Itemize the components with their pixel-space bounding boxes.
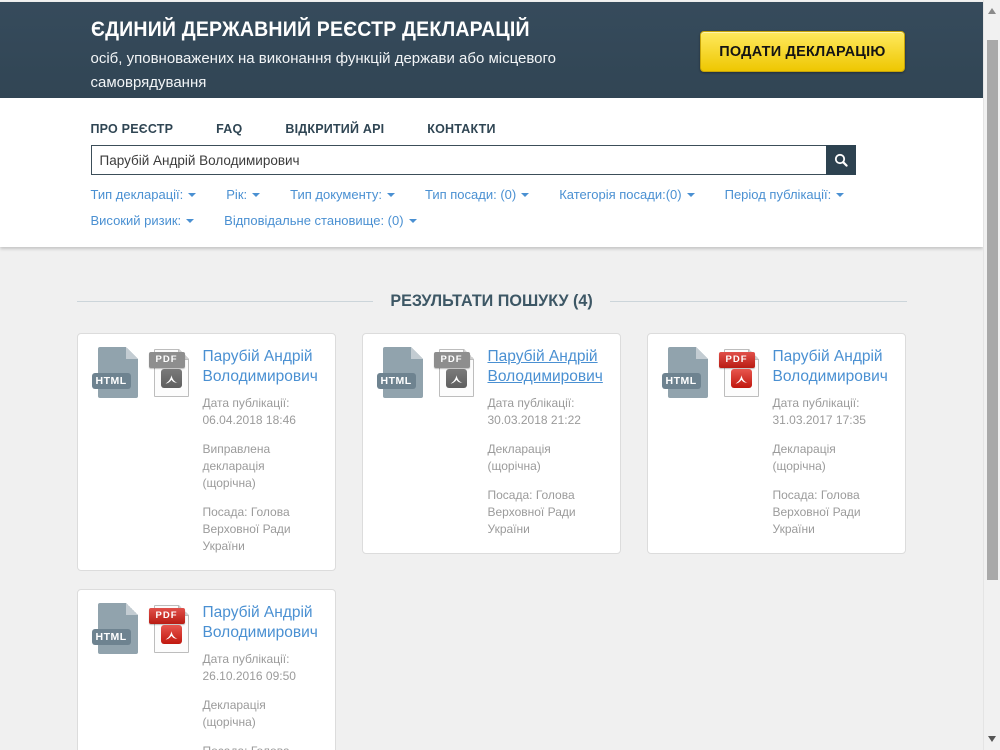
- filter-position-category[interactable]: Категорія посади:(0): [559, 187, 694, 202]
- result-card: HTML PDF Парубій Андрій Володимирови: [77, 333, 336, 571]
- scrollbar-down-arrow-icon[interactable]: [988, 736, 996, 742]
- html-document-icon[interactable]: HTML: [92, 347, 138, 398]
- search-button[interactable]: [826, 145, 856, 175]
- site-header: ЄДИНИЙ ДЕРЖАВНИЙ РЕЄСТР ДЕКЛАРАЦІЙ осіб,…: [0, 2, 983, 98]
- caret-down-icon: [521, 193, 529, 197]
- declarant-name-link[interactable]: Парубій Андрій Володимирович: [488, 347, 606, 387]
- pdf-document-icon[interactable]: PDF: [434, 347, 478, 400]
- pdf-document-icon[interactable]: PDF: [719, 347, 763, 400]
- main-nav: ПРО РЕЄСТР FAQ ВІДКРИТИЙ API КОНТАКТИ: [77, 122, 907, 136]
- divider-line: [77, 301, 373, 302]
- filter-responsible-position[interactable]: Відповідальне становище: (0): [224, 213, 416, 228]
- declarant-name-link[interactable]: Парубій Андрій Володимирович: [203, 347, 321, 387]
- document-icons: HTML PDF: [662, 347, 773, 538]
- publication-date: Дата публікації: 31.03.2017 17:35: [773, 395, 891, 429]
- caret-down-icon: [186, 219, 194, 223]
- publication-date: Дата публікації: 26.10.2016 09:50: [203, 651, 321, 685]
- declarant-position: Посада: Голова Верховної Ради України: [203, 504, 321, 555]
- search-input[interactable]: [91, 145, 826, 175]
- filter-publication-period[interactable]: Період публікації:: [725, 187, 845, 202]
- results-header: РЕЗУЛЬТАТИ ПОШУКУ (4): [77, 291, 907, 311]
- result-card: HTML PDF Парубій Андрій Володимирови: [362, 333, 621, 554]
- caret-down-icon: [836, 193, 844, 197]
- results-title: РЕЗУЛЬТАТИ ПОШУКУ (4): [390, 291, 592, 311]
- declarant-name-link[interactable]: Парубій Андрій Володимирович: [203, 603, 321, 643]
- publication-date: Дата публікації: 06.04.2018 18:46: [203, 395, 321, 429]
- acrobat-logo-icon: [731, 369, 752, 388]
- filter-position-type[interactable]: Тип посади: (0): [425, 187, 529, 202]
- declaration-type: Декларація (щорічна): [773, 441, 891, 475]
- nav-item-faq[interactable]: FAQ: [216, 122, 242, 136]
- caret-down-icon: [409, 219, 417, 223]
- nav-item-open-api[interactable]: ВІДКРИТИЙ API: [285, 122, 384, 136]
- result-card: HTML PDF Парубій Андрій Володимирови: [647, 333, 906, 554]
- document-icons: HTML PDF: [92, 603, 203, 750]
- site-subtitle: осіб, уповноважених на виконання функцій…: [91, 47, 596, 95]
- pdf-document-icon[interactable]: PDF: [149, 603, 193, 656]
- scrollbar-up-arrow-icon[interactable]: [988, 8, 996, 14]
- search-icon: [833, 152, 849, 168]
- results-grid: HTML PDF Парубій Андрій Володимирови: [77, 333, 907, 750]
- pdf-document-icon[interactable]: PDF: [149, 347, 193, 400]
- top-band: ПРО РЕЄСТР FAQ ВІДКРИТИЙ API КОНТАКТИ: [0, 98, 983, 247]
- submit-declaration-button[interactable]: ПОДАТИ ДЕКЛАРАЦІЮ: [700, 31, 904, 72]
- caret-down-icon: [252, 193, 260, 197]
- acrobat-logo-icon: [161, 369, 182, 388]
- declarant-position: Посада: Голова Верховної Ради України: [773, 487, 891, 538]
- declarant-position: Посада: Голова Верховної Ради України: [488, 487, 606, 538]
- document-icons: HTML PDF: [377, 347, 488, 538]
- html-document-icon[interactable]: HTML: [662, 347, 708, 398]
- declarant-position: Посада: Голова Верховної Ради України: [203, 743, 321, 750]
- caret-down-icon: [687, 193, 695, 197]
- publication-date: Дата публікації: 30.03.2018 21:22: [488, 395, 606, 429]
- filter-bar: Тип декларації: Рік: Тип документу: Тип …: [91, 187, 907, 228]
- divider-line: [610, 301, 906, 302]
- filter-year[interactable]: Рік:: [226, 187, 260, 202]
- content-area: ЄДИНИЙ ДЕРЖАВНИЙ РЕЄСТР ДЕКЛАРАЦІЙ осіб,…: [0, 0, 983, 750]
- caret-down-icon: [188, 193, 196, 197]
- scrollbar-thumb[interactable]: [987, 40, 998, 580]
- search-bar: [91, 145, 856, 175]
- result-card: HTML PDF Парубій Андрій Володимирови: [77, 589, 336, 750]
- html-document-icon[interactable]: HTML: [92, 603, 138, 654]
- nav-item-contacts[interactable]: КОНТАКТИ: [427, 122, 495, 136]
- acrobat-logo-icon: [446, 369, 467, 388]
- document-icons: HTML PDF: [92, 347, 203, 555]
- declaration-type: Декларація (щорічна): [203, 697, 321, 731]
- nav-item-about-registry[interactable]: ПРО РЕЄСТР: [91, 122, 174, 136]
- browser-scrollbar[interactable]: [983, 0, 1000, 750]
- filter-high-risk[interactable]: Високий ризик:: [91, 213, 195, 228]
- declarant-name-link[interactable]: Парубій Андрій Володимирович: [773, 347, 891, 387]
- brand-block: ЄДИНИЙ ДЕРЖАВНИЙ РЕЄСТР ДЕКЛАРАЦІЙ осіб,…: [91, 2, 596, 95]
- filter-declaration-type[interactable]: Тип декларації:: [91, 187, 197, 202]
- caret-down-icon: [387, 193, 395, 197]
- html-document-icon[interactable]: HTML: [377, 347, 423, 398]
- page: ЄДИНИЙ ДЕРЖАВНИЙ РЕЄСТР ДЕКЛАРАЦІЙ осіб,…: [0, 0, 1000, 750]
- declaration-type: Виправлена декларація (щорічна): [203, 441, 321, 492]
- site-title: ЄДИНИЙ ДЕРЖАВНИЙ РЕЄСТР ДЕКЛАРАЦІЙ: [91, 18, 530, 42]
- filter-document-type[interactable]: Тип документу:: [290, 187, 395, 202]
- acrobat-logo-icon: [161, 625, 182, 644]
- declaration-type: Декларація (щорічна): [488, 441, 606, 475]
